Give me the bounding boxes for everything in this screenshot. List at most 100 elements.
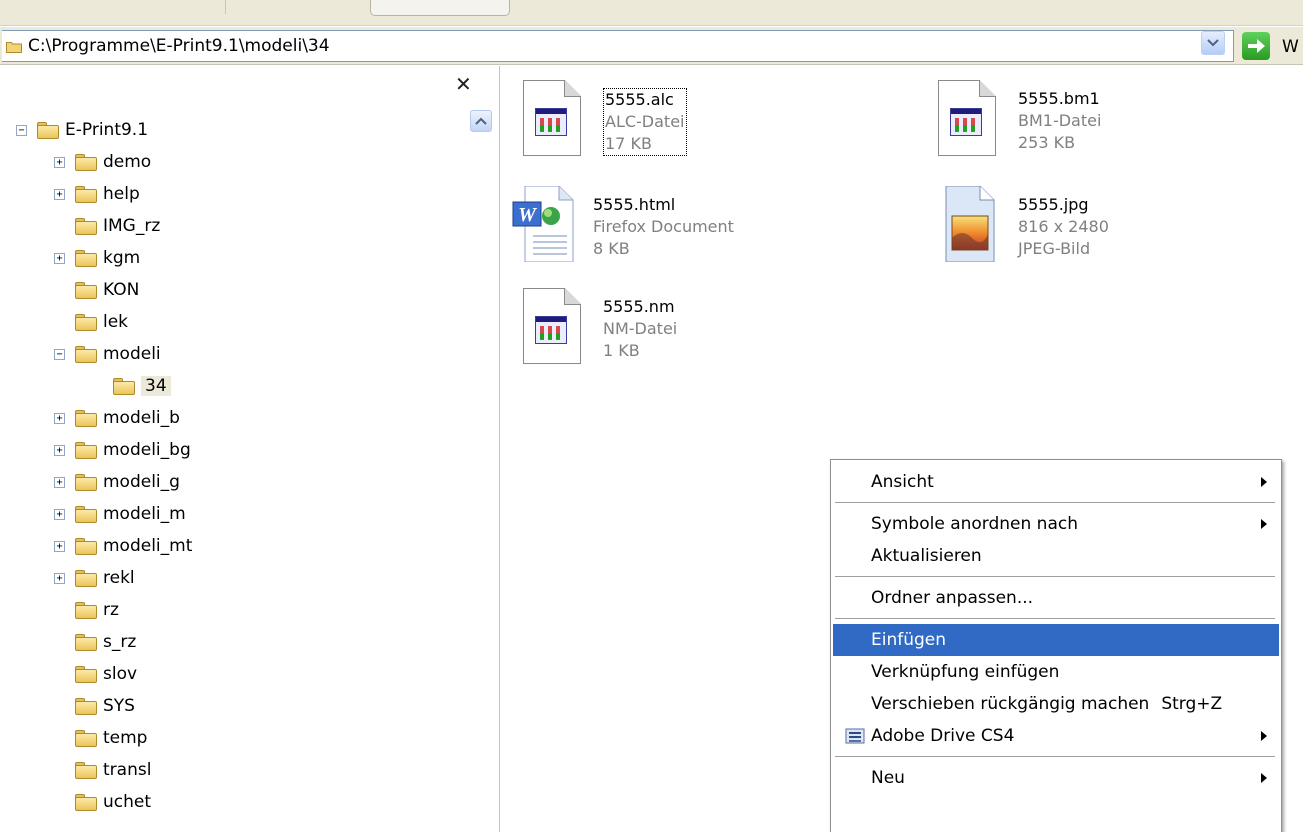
file-type: BM1-Datei (1018, 111, 1102, 130)
toolbar-button[interactable] (370, 0, 510, 16)
file-info: 5555.nm NM-Datei 1 KB (603, 296, 677, 364)
tree-item-e-print9-1[interactable]: − E-Print9.1 (16, 114, 148, 146)
file-item-5555-alc[interactable]: 5555.alc ALC-Datei 17 KB (521, 80, 687, 156)
folder-icon (75, 345, 97, 363)
tree-item-demo[interactable]: + demo (54, 146, 151, 178)
tree-item-help[interactable]: + help (54, 178, 140, 210)
expand-icon[interactable]: + (54, 540, 65, 552)
tree-item-modeli-bg[interactable]: + modeli_bg (54, 434, 191, 466)
expand-icon[interactable]: + (54, 508, 65, 520)
menu-item-symbole-anordnen-nach[interactable]: Symbole anordnen nach (833, 508, 1279, 540)
tree-item-modeli-m[interactable]: + modeli_m (54, 498, 186, 530)
collapse-icon[interactable]: − (54, 348, 65, 360)
tree-item-label: rekl (103, 568, 135, 588)
folder-icon (75, 793, 97, 811)
jpeg-image-icon (936, 186, 1000, 262)
tree-item-slov[interactable]: slov (54, 658, 137, 690)
tree-item-sys[interactable]: SYS (54, 690, 135, 722)
tree-item-rekl[interactable]: + rekl (54, 562, 135, 594)
tree-item-label: temp (103, 728, 148, 748)
expand-icon[interactable]: + (54, 252, 65, 264)
expand-icon[interactable]: + (54, 572, 65, 584)
file-name: 5555.html (593, 195, 676, 214)
submenu-arrow-icon (1261, 519, 1267, 529)
expand-icon[interactable]: + (54, 156, 65, 168)
tree-item-temp[interactable]: temp (54, 722, 147, 754)
menu-item-label: Symbole anordnen nach (871, 514, 1078, 534)
tree-item-modeli-mt[interactable]: + modeli_mt (54, 530, 192, 562)
app-document-icon (521, 288, 585, 364)
folder-icon (75, 697, 97, 715)
expand-icon[interactable]: + (54, 476, 65, 488)
tree-item-lek[interactable]: lek (54, 306, 128, 338)
tree-item-modeli-b[interactable]: + modeli_b (54, 402, 180, 434)
tree-item-transl[interactable]: transl (54, 754, 151, 786)
file-info: 5555.html Firefox Document 8 KB (593, 194, 734, 262)
open-folder-icon (113, 377, 135, 395)
chevron-down-icon (1207, 39, 1219, 47)
tree-item-label: modeli_m (103, 504, 186, 524)
file-info: 5555.jpg 816 x 2480 JPEG-Bild (1018, 194, 1109, 262)
menu-item-verschieben-r-ckg-ngig-machen[interactable]: Verschieben rückgängig machen Strg+Z (833, 688, 1279, 720)
expand-icon[interactable]: + (54, 412, 65, 424)
tree-item-label: help (103, 184, 140, 204)
menu-item-label: Ordner anpassen... (871, 588, 1034, 608)
file-item-5555-jpg[interactable]: 5555.jpg 816 x 2480 JPEG-Bild (936, 186, 1109, 262)
menu-item-neu[interactable]: Neu (833, 762, 1279, 794)
tree-item-34[interactable]: 34 (92, 370, 171, 402)
submenu-arrow-icon (1261, 731, 1267, 741)
menu-item-shortcut: Strg+Z (1161, 694, 1223, 714)
go-button[interactable] (1242, 32, 1270, 60)
menu-item-einf-gen[interactable]: Einfügen (833, 624, 1279, 656)
submenu-arrow-icon (1261, 477, 1267, 487)
folder-icon (75, 409, 97, 427)
tree-item-label: slov (103, 664, 138, 684)
tree-item-label: kgm (103, 248, 141, 268)
address-dropdown-button[interactable] (1201, 31, 1225, 55)
menu-item-ordner-anpassen[interactable]: Ordner anpassen... (833, 582, 1279, 614)
tree-item-modeli-g[interactable]: + modeli_g (54, 466, 180, 498)
tree-item-label: rz (103, 600, 119, 620)
tree-item-uchet[interactable]: uchet (54, 786, 151, 818)
folder-icon (75, 633, 97, 651)
submenu-arrow-icon (1261, 773, 1267, 783)
menu-item-label: Neu (871, 768, 905, 788)
tree-item-label: IMG_rz (103, 216, 161, 236)
address-input[interactable]: C:\Programme\E-Print9.1\modeli\34 (2, 30, 1234, 62)
folder-icon (75, 665, 97, 683)
menu-separator (835, 618, 1275, 619)
menu-item-label: Verschieben rückgängig machen (871, 694, 1150, 714)
tree-item-kgm[interactable]: + kgm (54, 242, 140, 274)
expand-icon[interactable]: + (54, 188, 65, 200)
expand-icon[interactable]: + (54, 444, 65, 456)
tree-item-s-rz[interactable]: s_rz (54, 626, 136, 658)
menu-item-verkn-pfung-einf-gen[interactable]: Verknüpfung einfügen (833, 656, 1279, 688)
file-size: JPEG-Bild (1018, 239, 1091, 258)
close-pane-icon[interactable]: ✕ (455, 72, 472, 96)
file-type: ALC-Datei (605, 112, 685, 131)
tree-item-kon[interactable]: KON (54, 274, 139, 306)
adobe-drive-icon (845, 728, 865, 744)
scroll-up-button[interactable] (470, 110, 492, 132)
menu-item-label: Verknüpfung einfügen (871, 662, 1060, 682)
address-path: C:\Programme\E-Print9.1\modeli\34 (28, 36, 330, 56)
file-size: 253 KB (1018, 133, 1076, 152)
arrow-right-icon (1248, 39, 1265, 53)
file-item-5555-bm1[interactable]: 5555.bm1 BM1-Datei 253 KB (936, 80, 1101, 156)
folder-icon (75, 537, 97, 555)
tree-item-img-rz[interactable]: IMG_rz (54, 210, 160, 242)
collapse-icon[interactable]: − (16, 124, 27, 136)
tree-item-label: modeli_b (103, 408, 180, 428)
menu-item-ansicht[interactable]: Ansicht (833, 466, 1279, 498)
file-name: 5555.bm1 (1018, 89, 1100, 108)
menu-item-adobe-drive-cs4[interactable]: Adobe Drive CS4 (833, 720, 1279, 752)
file-item-5555-nm[interactable]: 5555.nm NM-Datei 1 KB (521, 288, 677, 364)
folder-icon (75, 153, 97, 171)
tree-item-rz[interactable]: rz (54, 594, 119, 626)
file-item-5555-html[interactable]: W 5555.html Firefox Document 8 KB (511, 186, 734, 262)
menu-item-aktualisieren[interactable]: Aktualisieren (833, 540, 1279, 572)
go-label[interactable]: W (1282, 37, 1299, 57)
tree-item-modeli[interactable]: − modeli (54, 338, 161, 370)
chevron-up-icon (475, 117, 487, 125)
address-bar: C:\Programme\E-Print9.1\modeli\34 W (0, 27, 1303, 65)
